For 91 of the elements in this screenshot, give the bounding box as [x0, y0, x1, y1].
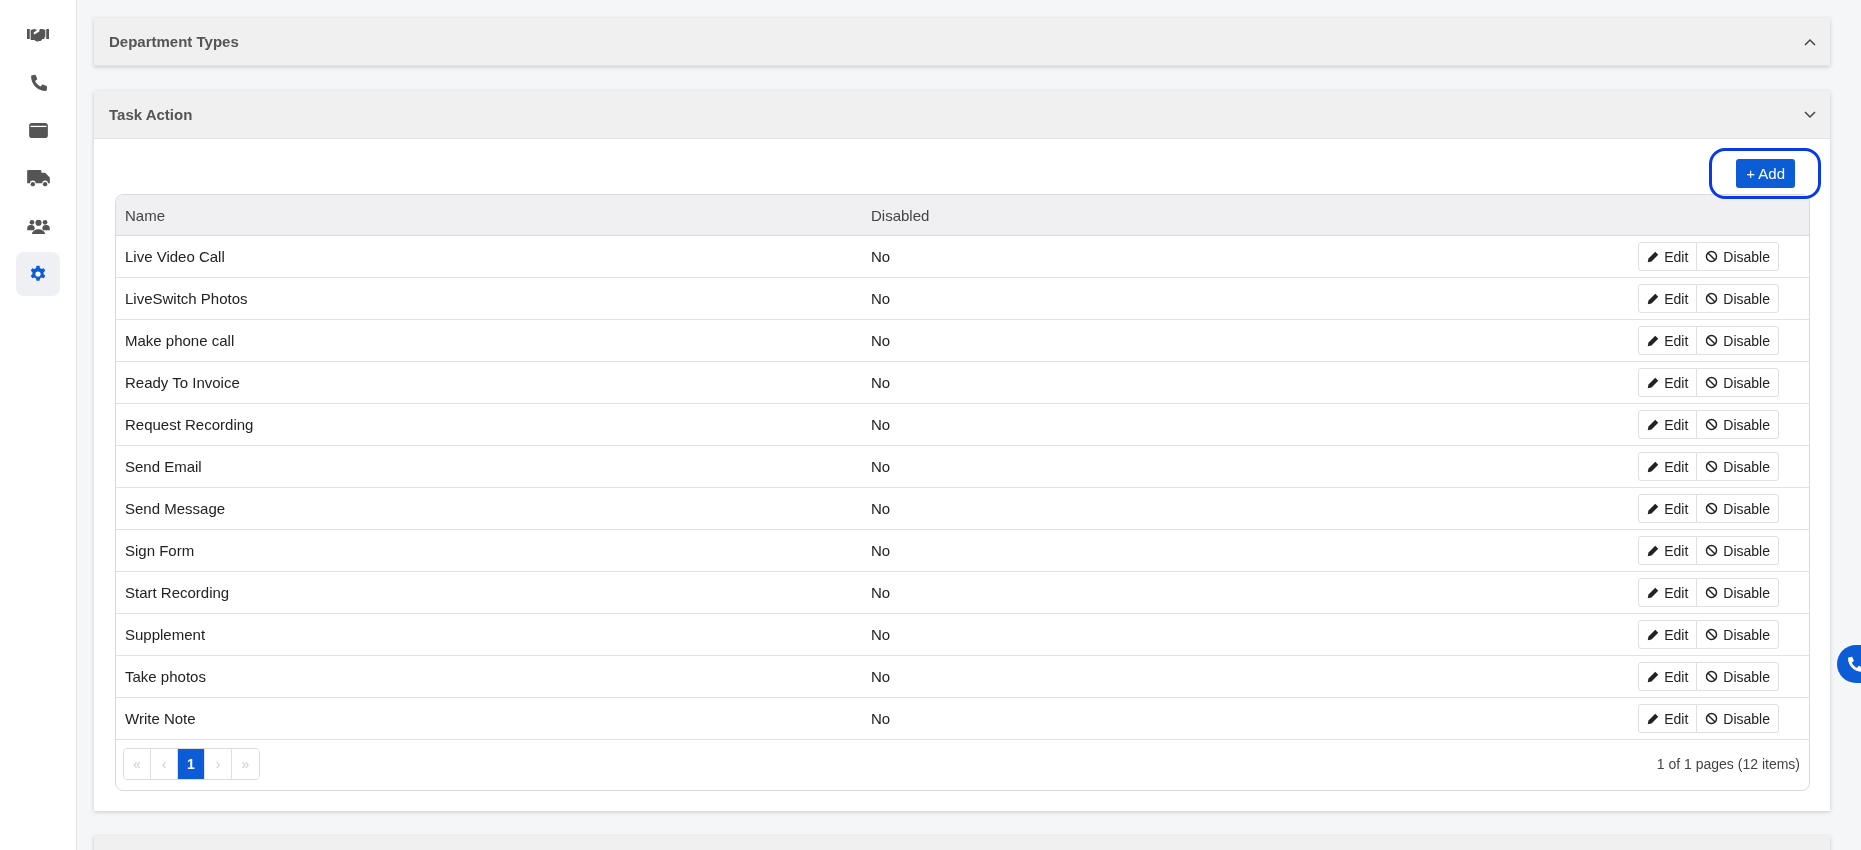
- column-header: Name: [116, 195, 862, 236]
- prohibited-icon: [1705, 586, 1719, 599]
- add-button[interactable]: + Add: [1736, 159, 1795, 188]
- prohibited-icon: [1705, 334, 1719, 347]
- prohibited-icon: [1705, 460, 1719, 473]
- chevron-down-icon: [1804, 110, 1816, 119]
- edit-button[interactable]: Edit: [1638, 452, 1698, 481]
- table-cell: No: [862, 445, 1146, 488]
- table-cell: No: [862, 361, 1146, 404]
- disable-button[interactable]: Disable: [1696, 620, 1779, 649]
- nav-item[interactable]: [16, 252, 60, 296]
- disable-button[interactable]: Disable: [1696, 326, 1779, 355]
- disable-button[interactable]: Disable: [1696, 242, 1779, 271]
- edit-button[interactable]: Edit: [1638, 368, 1698, 397]
- table-cell: Make phone call: [116, 319, 862, 362]
- disable-button[interactable]: Disable: [1696, 662, 1779, 691]
- table-cell: Take photos: [116, 655, 862, 698]
- panel-title: Department Types: [109, 33, 239, 50]
- column-header: Disabled: [862, 195, 1146, 236]
- pencil-icon: [1647, 586, 1660, 599]
- table-cell: No: [862, 319, 1146, 362]
- edit-button[interactable]: Edit: [1638, 410, 1698, 439]
- page-button[interactable]: 1: [178, 749, 205, 779]
- edit-button[interactable]: Edit: [1638, 242, 1698, 271]
- panel-title: Task Action: [109, 106, 193, 123]
- disable-button[interactable]: Disable: [1696, 368, 1779, 397]
- table-cell: Supplement: [116, 613, 862, 656]
- table-cell: Ready To Invoice: [116, 361, 862, 404]
- pencil-icon: [1647, 460, 1660, 473]
- edit-button[interactable]: Edit: [1638, 494, 1698, 523]
- edit-button[interactable]: Edit: [1638, 704, 1698, 733]
- disable-button[interactable]: Disable: [1696, 284, 1779, 313]
- table-cell: No: [862, 403, 1146, 446]
- disable-button[interactable]: Disable: [1696, 578, 1779, 607]
- table-cell: No: [862, 529, 1146, 572]
- table-cell: No: [862, 655, 1146, 698]
- pencil-icon: [1647, 250, 1660, 263]
- pencil-icon: [1647, 418, 1660, 431]
- table-cell: Send Message: [116, 487, 862, 530]
- phone-icon: [29, 73, 47, 91]
- pencil-icon: [1647, 712, 1660, 725]
- phone-icon: [1847, 656, 1861, 672]
- pencil-icon: [1647, 292, 1660, 305]
- pencil-icon: [1647, 502, 1660, 515]
- prohibited-icon: [1705, 250, 1719, 263]
- panel-header[interactable]: Task Action: [94, 91, 1830, 139]
- table-cell: Start Recording: [116, 571, 862, 614]
- prohibited-icon: [1705, 670, 1719, 683]
- wallet-icon: [28, 122, 48, 138]
- edit-button[interactable]: Edit: [1638, 326, 1698, 355]
- settings-icon: [29, 265, 47, 283]
- table-cell: No: [862, 277, 1146, 320]
- users-icon: [26, 218, 50, 234]
- pencil-icon: [1647, 670, 1660, 683]
- edit-button[interactable]: Edit: [1638, 536, 1698, 565]
- pencil-icon: [1647, 334, 1660, 347]
- table-cell: No: [862, 487, 1146, 530]
- edit-button[interactable]: Edit: [1638, 284, 1698, 313]
- pencil-icon: [1647, 544, 1660, 557]
- table-cell: LiveSwitch Photos: [116, 277, 862, 320]
- chevron-up-icon: [1804, 37, 1816, 46]
- truck-icon: [26, 169, 50, 187]
- prohibited-icon: [1705, 502, 1719, 515]
- table-cell: No: [862, 571, 1146, 614]
- disable-button[interactable]: Disable: [1696, 494, 1779, 523]
- disable-button[interactable]: Disable: [1696, 410, 1779, 439]
- prohibited-icon: [1705, 292, 1719, 305]
- table-cell: Write Note: [116, 697, 862, 740]
- disable-button[interactable]: Disable: [1696, 452, 1779, 481]
- prohibited-icon: [1705, 376, 1719, 389]
- prohibited-icon: [1705, 628, 1719, 641]
- panel-header[interactable]: Department Types: [94, 18, 1830, 66]
- prohibited-icon: [1705, 544, 1719, 557]
- table-cell: Send Email: [116, 445, 862, 488]
- edit-button[interactable]: Edit: [1638, 620, 1698, 649]
- disable-button[interactable]: Disable: [1696, 704, 1779, 733]
- table-cell: No: [862, 697, 1146, 740]
- edit-button[interactable]: Edit: [1638, 578, 1698, 607]
- table-cell: Live Video Call: [116, 235, 862, 278]
- prohibited-icon: [1705, 418, 1719, 431]
- pencil-icon: [1647, 376, 1660, 389]
- disable-button[interactable]: Disable: [1696, 536, 1779, 565]
- handshake-icon: [27, 26, 49, 42]
- prohibited-icon: [1705, 712, 1719, 725]
- table-cell: No: [862, 235, 1146, 278]
- edit-button[interactable]: Edit: [1638, 662, 1698, 691]
- pencil-icon: [1647, 628, 1660, 641]
- table-cell: No: [862, 613, 1146, 656]
- table-cell: Sign Form: [116, 529, 862, 572]
- pagination-summary: 1 of 1 pages (12 items): [1656, 756, 1800, 772]
- table-cell: Request Recording: [116, 403, 862, 446]
